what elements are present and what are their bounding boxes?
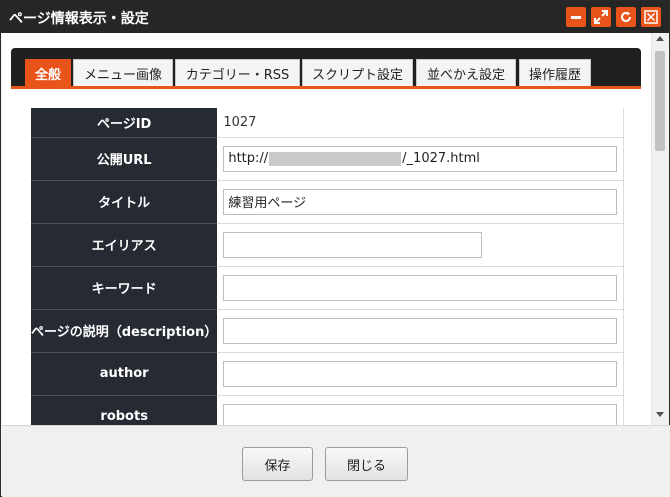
robots-input[interactable] — [223, 403, 618, 425]
public-url-field[interactable]: http:// /_1027.html — [223, 145, 618, 172]
page-settings-form: ページID 1027 公開URL http:// /_1027.html タイトル… — [31, 108, 625, 425]
refresh-button[interactable] — [616, 7, 636, 27]
form-row-alias: エイリアス — [31, 223, 625, 267]
tab-category-rss[interactable]: カテゴリー・RSS — [175, 59, 300, 86]
dialog-content: 全般 メニュー画像 カテゴリー・RSS スクリプト設定 並べかえ設定 操作履歴 … — [2, 33, 652, 425]
tab-underline — [11, 86, 641, 89]
scroll-up-arrow-icon[interactable] — [656, 36, 664, 41]
dialog-window: ページ情報表示・設定 全般 メニュー画像 カテゴリー・RSS スクリプト設定 並… — [0, 0, 670, 497]
field-label: キーワード — [31, 266, 218, 310]
window-title: ページ情報表示・設定 — [9, 11, 149, 27]
save-button[interactable]: 保存 — [242, 447, 313, 481]
form-row-url: 公開URL http:// /_1027.html — [31, 137, 625, 181]
field-label: ページの説明（description） — [31, 309, 218, 353]
field-label: 公開URL — [31, 137, 218, 181]
tab-menu-image[interactable]: メニュー画像 — [73, 59, 173, 86]
refresh-icon — [621, 11, 631, 22]
form-row-robots: robots — [31, 395, 625, 425]
form-row-author: author — [31, 352, 625, 396]
form-row-keywords: キーワード — [31, 266, 625, 310]
field-label: ページID — [31, 108, 218, 138]
form-row-title: タイトル 練習用ページ — [31, 180, 625, 224]
keywords-input[interactable] — [223, 274, 618, 301]
field-label: タイトル — [31, 180, 218, 224]
tab-script-settings[interactable]: スクリプト設定 — [302, 59, 413, 86]
vertical-scrollbar[interactable] — [651, 33, 668, 425]
field-label: author — [31, 352, 218, 396]
field-label: robots — [31, 395, 218, 425]
description-input[interactable] — [223, 317, 618, 344]
title-bar[interactable]: ページ情報表示・設定 — [1, 1, 669, 33]
url-suffix: /_1027.html — [402, 151, 480, 166]
window-controls — [566, 7, 661, 27]
minimize-button[interactable] — [566, 7, 586, 27]
close-dialog-button[interactable]: 閉じる — [325, 447, 408, 481]
title-input[interactable]: 練習用ページ — [223, 188, 618, 215]
scroll-thumb[interactable] — [655, 51, 665, 151]
tab-sort-settings[interactable]: 並べかえ設定 — [416, 59, 516, 86]
page-id-value: 1027 — [217, 108, 625, 138]
scroll-down-arrow-icon[interactable] — [656, 412, 664, 417]
tab-history[interactable]: 操作履歴 — [519, 59, 591, 86]
alias-input[interactable] — [223, 231, 483, 258]
form-row-description: ページの説明（description） — [31, 309, 625, 353]
tab-bar: 全般 メニュー画像 カテゴリー・RSS スクリプト設定 並べかえ設定 操作履歴 — [11, 48, 641, 89]
dialog-footer: 保存 閉じる — [2, 425, 670, 497]
minimize-icon — [571, 16, 581, 19]
close-button[interactable] — [641, 7, 661, 27]
maximize-icon — [594, 10, 608, 24]
field-label: エイリアス — [31, 223, 218, 267]
author-input[interactable] — [223, 360, 618, 387]
redacted-domain — [269, 151, 402, 166]
maximize-button[interactable] — [591, 7, 611, 27]
close-icon — [644, 10, 658, 24]
url-prefix: http:// — [228, 151, 269, 166]
tab-general[interactable]: 全般 — [25, 59, 71, 86]
form-row-page-id: ページID 1027 — [31, 108, 625, 138]
